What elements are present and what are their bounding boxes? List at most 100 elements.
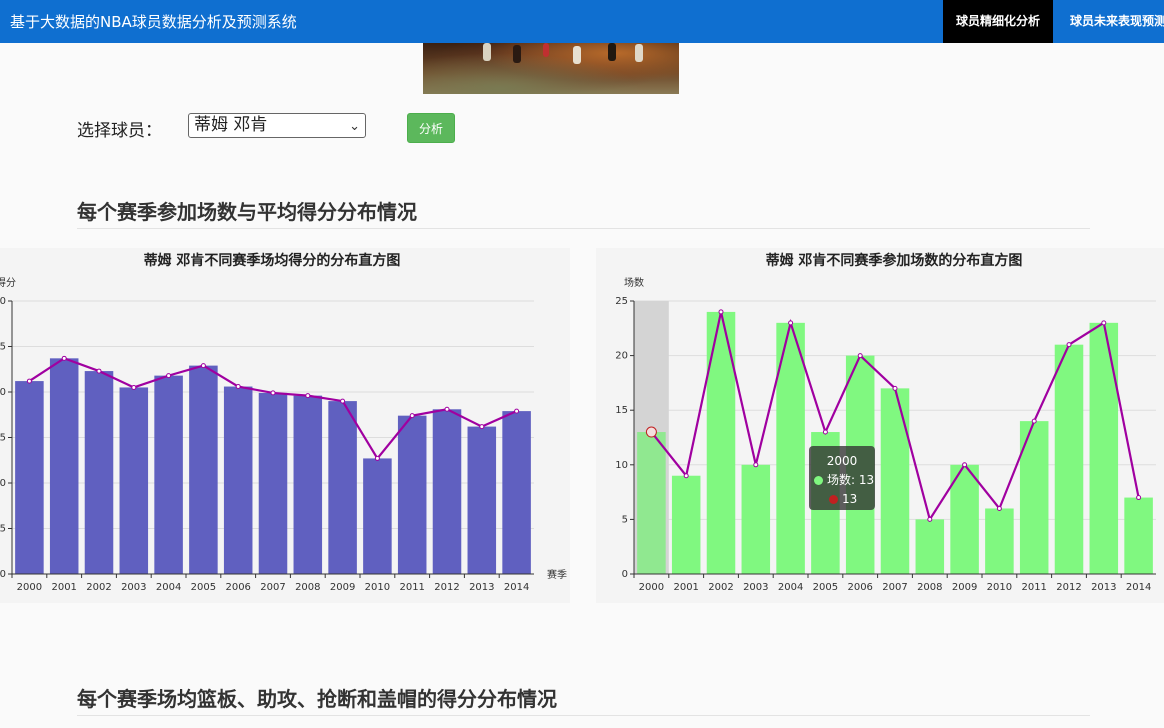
x-tick-label: 2008 (295, 582, 320, 593)
line-point (927, 516, 933, 522)
line-point (166, 373, 172, 379)
bar (154, 375, 183, 574)
chart-title: 蒂姆 邓肯不同赛季参加场数的分布直方图 (766, 252, 1023, 269)
line-point (374, 455, 380, 461)
bar (671, 475, 701, 574)
line-point (270, 390, 276, 396)
x-tick-label: 2005 (813, 582, 838, 593)
x-tick-label: 2011 (399, 582, 424, 593)
games-chart-panel: 蒂姆 邓肯不同赛季参加场数的分布直方图 场数 0 5 10 15 20 25 2000 2001 2… (596, 248, 1164, 603)
x-tick-label: 2007 (882, 582, 907, 593)
bar (741, 464, 771, 574)
points-chart: 蒂姆 邓肯不同赛季场均得分的分布直方图场均得分赛季 0 5 10 15 20 25 30 200… (0, 252, 567, 593)
app-title: 基于大数据的NBA球员数据分析及预测系统 (10, 13, 297, 31)
x-tick-label: 2009 (952, 582, 977, 593)
y-axis-label: 场均得分 (0, 276, 16, 289)
y-tick-label: 5 (622, 514, 628, 525)
line-point (305, 393, 311, 399)
bar (985, 508, 1014, 574)
bar (119, 387, 149, 574)
y-tick-label: 20 (615, 351, 628, 362)
points-chart-panel: 蒂姆 邓肯不同赛季场均得分的分布直方图场均得分赛季 0 5 10 15 20 25 30 200… (0, 248, 570, 603)
bar (467, 426, 497, 574)
section-divider (77, 228, 1090, 229)
x-tick-label: 2003 (743, 582, 768, 593)
tooltip-line-dot (829, 495, 838, 504)
x-tick-label: 2003 (121, 582, 146, 593)
chart-tooltip: 2000 场数: 13 13 (809, 446, 875, 510)
section-divider-2 (77, 715, 1090, 716)
bar (258, 392, 288, 574)
x-tick-label: 2002 (708, 582, 733, 593)
y-tick-label: 20 (0, 387, 6, 398)
tab-player-analysis[interactable]: 球员精细化分析 (943, 0, 1054, 43)
top-navbar: 基于大数据的NBA球员数据分析及预测系统 球员精细化分析 球员未来表现预测 (0, 0, 1164, 43)
section-heading-stats: 每个赛季场均篮板、助攻、抢断和盖帽的得分分布情况 (77, 687, 557, 711)
line-point (1101, 320, 1107, 326)
line-point (235, 384, 241, 390)
line-point (96, 368, 102, 374)
bar (84, 371, 114, 574)
bar (293, 395, 323, 574)
x-tick-label: 2004 (156, 582, 181, 593)
y-tick-label: 25 (615, 296, 628, 307)
y-tick-label: 0 (0, 569, 6, 580)
chart-title: 蒂姆 邓肯不同赛季场均得分的分布直方图 (144, 252, 401, 269)
line-point (1136, 495, 1142, 501)
line-point (645, 426, 657, 438)
bar (880, 388, 910, 574)
y-tick-label: 30 (0, 296, 6, 307)
y-tick-label: 25 (0, 342, 6, 353)
y-axis-label: 场数 (624, 276, 644, 289)
bar (1124, 497, 1153, 574)
section-heading-games-points: 每个赛季参加场数与平均得分分布情况 (77, 200, 417, 224)
bar (15, 381, 44, 574)
x-tick-label: 2014 (504, 582, 529, 593)
bar (223, 386, 253, 574)
analyze-button[interactable]: 分析 (407, 113, 455, 143)
line-point (1031, 418, 1037, 424)
x-axis-label: 赛季 (547, 568, 567, 581)
x-tick-label: 2012 (434, 582, 459, 593)
line-point (131, 384, 137, 390)
x-tick-label: 2001 (51, 582, 76, 593)
x-tick-label: 2014 (1126, 582, 1151, 593)
tooltip-series-name: 场数 (827, 473, 852, 487)
line-point (340, 398, 346, 404)
x-tick-label: 2006 (225, 582, 250, 593)
player-select-value: 蒂姆 邓肯 (194, 115, 268, 135)
y-tick-label: 15 (0, 433, 6, 444)
player-select[interactable]: 蒂姆 邓肯 ⌄ (188, 113, 366, 138)
line-point (683, 473, 689, 479)
line-point (444, 406, 450, 412)
tooltip-bar-dot (814, 476, 823, 485)
games-chart: 蒂姆 邓肯不同赛季参加场数的分布直方图场数 0 5 10 15 20 25 2000 2001 2… (615, 252, 1156, 593)
tooltip-bar-value: 13 (858, 473, 875, 487)
x-tick-label: 2010 (987, 582, 1012, 593)
bar (1089, 322, 1119, 574)
x-tick-label: 2004 (778, 582, 803, 593)
line-point (514, 408, 520, 414)
y-tick-label: 10 (0, 478, 6, 489)
x-tick-label: 2000 (639, 582, 664, 593)
line-point (718, 309, 724, 315)
tooltip-bar-row: 场数: 13 (809, 471, 875, 490)
line-point (996, 505, 1002, 511)
bar (502, 411, 531, 574)
x-tick-label: 2011 (1021, 582, 1046, 593)
tooltip-line-value: 13 (842, 492, 858, 506)
x-tick-label: 2010 (365, 582, 390, 593)
x-tick-label: 2000 (17, 582, 42, 593)
x-tick-label: 2012 (1056, 582, 1081, 593)
banner-image (423, 43, 679, 94)
x-tick-label: 2007 (260, 582, 285, 593)
tab-future-prediction[interactable]: 球员未来表现预测 (1057, 0, 1164, 43)
bar (328, 401, 357, 574)
y-tick-label: 10 (615, 460, 628, 471)
chevron-down-icon: ⌄ (349, 119, 360, 134)
bar (432, 409, 462, 574)
line-point (61, 355, 67, 361)
x-tick-label: 2006 (847, 582, 872, 593)
line-point (26, 378, 32, 384)
y-tick-label: 0 (622, 569, 628, 580)
